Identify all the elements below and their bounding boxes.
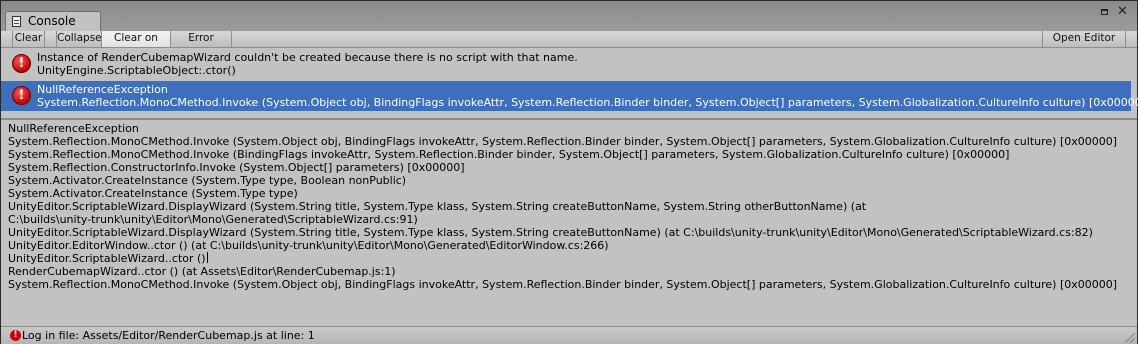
log-list: ! Instance of RenderCubemapWizard couldn… [1, 48, 1138, 114]
trace-line: System.Reflection.MonoCMethod.Invoke (Sy… [8, 135, 1118, 148]
trace-line: UnityEditor.ScriptableWizard..ctor () [8, 252, 206, 265]
error-pause-toggle[interactable]: Error pause [171, 31, 232, 59]
tab-strip: Console ✕ [1, 1, 1137, 31]
trace-line: UnityEditor.EditorWindow..ctor () (at C:… [8, 239, 609, 252]
close-icon[interactable]: ✕ [1117, 5, 1128, 19]
error-icon: ! [10, 330, 21, 341]
open-editor-log-button[interactable]: Open Editor Log [1042, 31, 1126, 59]
console-icon [12, 16, 21, 27]
resize-grip-icon[interactable] [1125, 333, 1135, 343]
clear-button[interactable]: Clear [12, 31, 45, 47]
status-bar[interactable]: ! Log in file: Assets/Editor/RenderCubem… [1, 326, 1137, 344]
trace-line: System.Activator.CreateInstance (System.… [8, 187, 298, 200]
text-caret [206, 252, 208, 263]
trace-line: NullReferenceException [8, 122, 139, 135]
clear-on-play-toggle[interactable]: Clear on play [102, 31, 171, 59]
trace-line-with-caret: UnityEditor.ScriptableWizard..ctor () [8, 252, 208, 265]
log-entry-trace: UnityEngine.ScriptableObject:.ctor() [37, 64, 236, 77]
collapse-button[interactable]: Collapse [56, 31, 102, 47]
trace-line: UnityEditor.ScriptableWizard.DisplayWiza… [8, 226, 1093, 239]
maximize-icon[interactable] [1101, 9, 1108, 15]
trace-line: C:\builds\unity-trunk\unity\Editor\Mono\… [8, 213, 418, 226]
status-text: Log in file: Assets/Editor/RenderCubemap… [22, 329, 315, 342]
error-icon: ! [12, 86, 31, 105]
trace-line: System.Reflection.MonoCMethod.Invoke (Sy… [8, 278, 1118, 291]
log-entry-selected[interactable]: ! NullReferenceException System.Reflecti… [1, 81, 1138, 111]
tab-console[interactable]: Console [5, 11, 101, 31]
trace-line: System.Reflection.MonoCMethod.Invoke (Bi… [8, 148, 1010, 161]
trace-line: RenderCubemapWizard..ctor () (at Assets\… [8, 265, 396, 278]
log-entry-trace: System.Reflection.MonoCMethod.Invoke (Sy… [37, 96, 1138, 109]
log-entry[interactable]: ! Instance of RenderCubemapWizard couldn… [1, 49, 1131, 79]
error-icon: ! [12, 54, 31, 73]
trace-line: UnityEditor.ScriptableWizard.DisplayWiza… [8, 200, 867, 213]
console-window: Console ✕ Clear Collapse Clear on play E… [0, 0, 1138, 344]
trace-line: System.Reflection.ConstructorInfo.Invoke… [8, 161, 465, 174]
log-entry-message: NullReferenceException [37, 83, 168, 96]
log-entry-message: Instance of RenderCubemapWizard couldn't… [37, 51, 578, 64]
stack-trace-panel[interactable]: NullReferenceException System.Reflection… [1, 120, 1137, 326]
trace-line: System.Activator.CreateInstance (System.… [8, 174, 407, 187]
toolbar: Clear Collapse Clear on play Error pause… [1, 31, 1137, 59]
tab-title: Console [28, 14, 76, 28]
